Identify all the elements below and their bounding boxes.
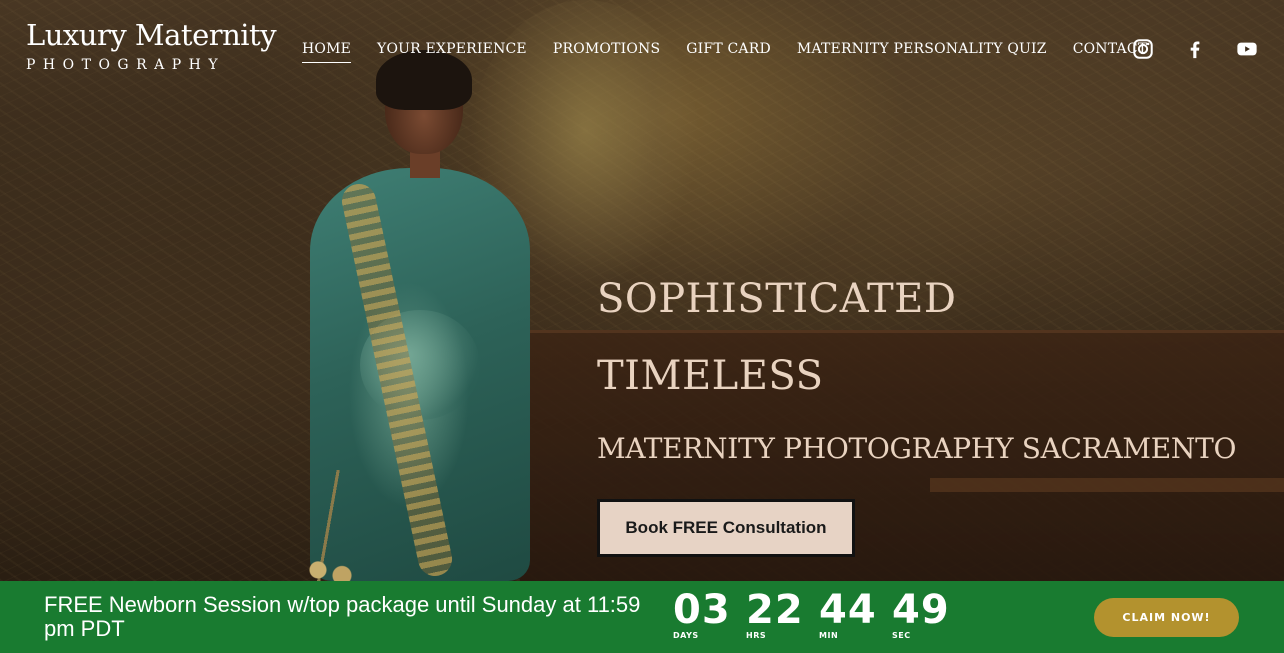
countdown-days-label: DAYS — [673, 631, 699, 640]
hero-headline-2: TIMELESS — [597, 353, 824, 399]
main-nav: HOME YOUR EXPERIENCE PROMOTIONS GIFT CAR… — [302, 40, 1147, 63]
facebook-icon[interactable] — [1182, 36, 1208, 62]
countdown-seconds: 49 SEC — [892, 587, 950, 640]
logo-line-1: Luxury Maternity — [26, 18, 277, 52]
social-links — [1130, 36, 1260, 62]
nav-promotions[interactable]: PROMOTIONS — [553, 40, 660, 58]
hero-photo-subject — [290, 50, 550, 581]
instagram-icon[interactable] — [1130, 36, 1156, 62]
countdown-days-value: 03 — [673, 587, 731, 633]
countdown-hours-label: HRS — [746, 631, 767, 640]
nav-maternity-personality-quiz[interactable]: MATERNITY PERSONALITY QUIZ — [797, 40, 1047, 58]
promo-message: FREE Newborn Session w/top package until… — [44, 592, 641, 641]
countdown-hours-value: 22 — [746, 587, 804, 633]
flowers — [300, 470, 360, 581]
countdown-minutes: 44 MIN — [819, 587, 877, 640]
book-consultation-button[interactable]: Book FREE Consultation — [597, 499, 855, 557]
nav-gift-card[interactable]: GIFT CARD — [686, 40, 771, 58]
countdown-hours: 22 HRS — [746, 587, 804, 640]
hair — [376, 50, 472, 110]
countdown-minutes-label: MIN — [819, 631, 839, 640]
youtube-icon[interactable] — [1234, 36, 1260, 62]
site-logo[interactable]: Luxury Maternity PHOTOGRAPHY — [26, 18, 277, 76]
countdown-seconds-label: SEC — [892, 631, 911, 640]
hero-headline-1: SOPHISTICATED — [597, 276, 957, 322]
hero-subheadline: MATERNITY PHOTOGRAPHY SACRAMENTO — [597, 432, 1237, 465]
countdown-timer: 03 DAYS 22 HRS 44 MIN 49 SEC — [673, 587, 950, 640]
countdown-seconds-value: 49 — [892, 587, 950, 633]
logo-line-2: PHOTOGRAPHY — [26, 57, 226, 73]
piano-ledge — [930, 478, 1284, 492]
countdown-minutes-value: 44 — [819, 587, 877, 633]
nav-your-experience[interactable]: YOUR EXPERIENCE — [377, 40, 527, 58]
nav-home[interactable]: HOME — [302, 40, 352, 63]
countdown-days: 03 DAYS — [673, 587, 731, 640]
claim-now-button[interactable]: CLAIM NOW! — [1094, 598, 1239, 637]
promo-bar: FREE Newborn Session w/top package until… — [0, 581, 1284, 653]
